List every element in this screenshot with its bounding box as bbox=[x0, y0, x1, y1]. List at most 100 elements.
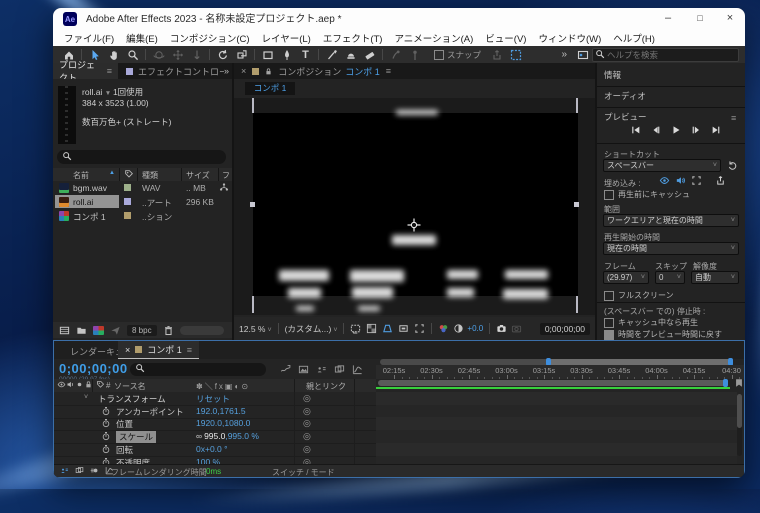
menu-1[interactable]: ファイル(F) bbox=[58, 31, 120, 45]
orbit-camera-tool-icon[interactable] bbox=[149, 47, 168, 62]
pick-whip-icon[interactable]: ◎ bbox=[303, 431, 311, 442]
property-value[interactable]: 1920.0,1080.0 bbox=[196, 418, 250, 428]
first-frame-button[interactable] bbox=[631, 125, 641, 137]
frame-blending-icon[interactable] bbox=[334, 364, 345, 375]
show-snapshot-icon[interactable] bbox=[511, 323, 522, 334]
reset-icon[interactable] bbox=[727, 160, 738, 171]
label-swatch[interactable] bbox=[124, 198, 131, 205]
share-icon[interactable] bbox=[715, 175, 726, 186]
time-ruler[interactable]: 02:15s 02:30s 02:45s 03:00s 03:15s 03:30s 03:4… bbox=[376, 365, 744, 379]
view-layout-icon[interactable] bbox=[414, 323, 425, 334]
transparency-grid-icon[interactable] bbox=[366, 323, 377, 334]
restore-time-checkbox[interactable]: 時間をプレビュー時間に戻す bbox=[604, 329, 722, 340]
dolly-camera-tool-icon[interactable] bbox=[187, 47, 206, 62]
tab-timeline-comp[interactable]: × コンポ 1 ≡ bbox=[118, 341, 200, 359]
pick-whip-icon[interactable]: ◎ bbox=[303, 406, 311, 417]
framerate-select[interactable]: (29.97) ˅ bbox=[603, 271, 649, 284]
column-name[interactable]: 名前 bbox=[73, 170, 89, 181]
vertical-scrollbar[interactable] bbox=[737, 394, 742, 456]
property-name[interactable]: スケール bbox=[116, 431, 157, 444]
comp-tab-close[interactable]: × bbox=[241, 66, 246, 76]
sort-ascending-icon[interactable]: ▲ bbox=[109, 170, 115, 176]
audio-column-icon[interactable] bbox=[66, 380, 75, 389]
switches-modes-toggle[interactable]: スイッチ / モード bbox=[272, 467, 335, 477]
stopwatch-icon[interactable] bbox=[101, 444, 111, 454]
new-folder-icon[interactable] bbox=[76, 325, 87, 336]
anchor-point-icon[interactable] bbox=[407, 218, 421, 232]
take-snapshot-icon[interactable] bbox=[496, 323, 507, 334]
choose-grid-options-icon[interactable] bbox=[350, 323, 361, 334]
play-cached-checkbox[interactable]: キャッシュ中なら再生 bbox=[604, 317, 698, 328]
composition-mini-flowchart-icon[interactable] bbox=[280, 364, 291, 375]
play-button[interactable] bbox=[671, 125, 681, 137]
skip-select[interactable]: 0 ˅ bbox=[655, 271, 685, 284]
tab-info[interactable]: 情報 bbox=[597, 68, 745, 83]
preview-panel-menu-icon[interactable]: ≡ bbox=[731, 113, 736, 123]
magnification-select[interactable]: 12.5 % ˅ bbox=[239, 324, 272, 334]
column-clipped[interactable]: フ bbox=[222, 170, 230, 181]
pan-camera-tool-icon[interactable] bbox=[168, 47, 187, 62]
pan-behind-tool-icon[interactable] bbox=[232, 47, 251, 62]
exposure-icon[interactable] bbox=[453, 323, 464, 334]
property-value[interactable]: 192.0,1761.5 bbox=[196, 406, 246, 416]
column-type[interactable]: 種類 bbox=[142, 170, 158, 181]
shy-toggle-icon[interactable] bbox=[60, 466, 69, 475]
clone-stamp-tool-icon[interactable] bbox=[341, 47, 360, 62]
pick-whip-icon[interactable]: ◎ bbox=[303, 418, 311, 429]
menu-3[interactable]: コンポジション(C) bbox=[164, 31, 256, 45]
label-swatch[interactable] bbox=[124, 184, 131, 191]
rectangle-tool-icon[interactable] bbox=[258, 47, 277, 62]
selection-edge[interactable] bbox=[576, 98, 578, 113]
next-frame-button[interactable] bbox=[691, 125, 701, 137]
fullscreen-checkbox[interactable]: フルスクリーン bbox=[604, 290, 674, 301]
pen-tool-icon[interactable] bbox=[277, 47, 296, 62]
grid-preset-select[interactable]: (カスタム...) ˅ bbox=[285, 323, 338, 335]
toolbar-overflow[interactable]: » bbox=[561, 49, 567, 60]
stopwatch-icon[interactable] bbox=[101, 406, 111, 416]
panel-menu-icon[interactable]: ≡ bbox=[107, 66, 112, 76]
tab-overflow[interactable]: » bbox=[224, 66, 229, 76]
footer-slider[interactable] bbox=[179, 325, 224, 335]
draft-3d-icon[interactable] bbox=[298, 364, 309, 375]
motion-blur-toggle-icon[interactable] bbox=[90, 466, 99, 475]
resolution-select[interactable]: 自動 ˅ bbox=[691, 271, 739, 284]
new-composition-icon[interactable] bbox=[93, 325, 104, 335]
region-of-interest-icon[interactable] bbox=[398, 323, 409, 334]
comp-panel-menu-icon[interactable]: ≡ bbox=[386, 66, 391, 76]
selection-edge[interactable] bbox=[576, 296, 578, 313]
property-value[interactable]: 0x+0.0 ° bbox=[196, 444, 228, 454]
menu-7[interactable]: ビュー(V) bbox=[479, 31, 532, 45]
project-table-header[interactable]: 名前 ▲ 種類 サイズ フ bbox=[53, 168, 232, 181]
constrain-proportions-icon[interactable]: ∞ bbox=[196, 431, 202, 441]
menu-6[interactable]: アニメーション(A) bbox=[388, 31, 479, 45]
close-button[interactable]: × bbox=[715, 8, 745, 30]
zoom-tool-icon[interactable] bbox=[123, 47, 142, 62]
timeline-tab-close[interactable]: × bbox=[125, 345, 130, 355]
lock-column-icon[interactable] bbox=[84, 380, 93, 389]
menu-4[interactable]: レイヤー(L) bbox=[256, 31, 317, 45]
comp-panel-comp-name[interactable]: コンポ 1 bbox=[345, 65, 380, 78]
viewer-tab[interactable]: コンポ 1 bbox=[245, 82, 295, 95]
rotation-tool-icon[interactable] bbox=[213, 47, 232, 62]
column-size[interactable]: サイズ bbox=[186, 170, 210, 181]
tab-preview[interactable]: プレビュー bbox=[597, 110, 745, 125]
label-swatch[interactable] bbox=[124, 212, 131, 219]
mask-visibility-icon[interactable] bbox=[382, 323, 393, 334]
tab-effect-controls[interactable]: エフェクトコントロール roll.ai bbox=[138, 65, 224, 78]
help-search-input[interactable] bbox=[592, 47, 739, 62]
pick-whip-icon[interactable]: ◎ bbox=[303, 444, 311, 455]
graph-editor-icon[interactable] bbox=[352, 364, 363, 375]
roto-brush-tool-icon[interactable] bbox=[386, 47, 405, 62]
viewer-timecode[interactable]: 0;00;00;00 bbox=[539, 322, 590, 335]
project-search[interactable] bbox=[57, 150, 226, 164]
cache-before-checkbox[interactable]: 再生前にキャッシュ bbox=[604, 189, 690, 200]
project-item-roll.ai[interactable]: roll.ai ..アート 296 KB bbox=[53, 195, 232, 209]
exposure-value[interactable]: +0.0 bbox=[467, 324, 483, 333]
color-depth-button[interactable]: 8 bpc bbox=[127, 324, 157, 336]
menu-9[interactable]: ヘルプ(H) bbox=[607, 31, 661, 45]
audio-preview-icon[interactable] bbox=[675, 175, 686, 186]
hand-tool-icon[interactable] bbox=[104, 47, 123, 62]
selection-handle-left[interactable] bbox=[250, 202, 255, 207]
interpret-footage-icon[interactable] bbox=[59, 325, 70, 336]
play-from-select[interactable]: 現在の時間 ˅ bbox=[603, 242, 739, 255]
